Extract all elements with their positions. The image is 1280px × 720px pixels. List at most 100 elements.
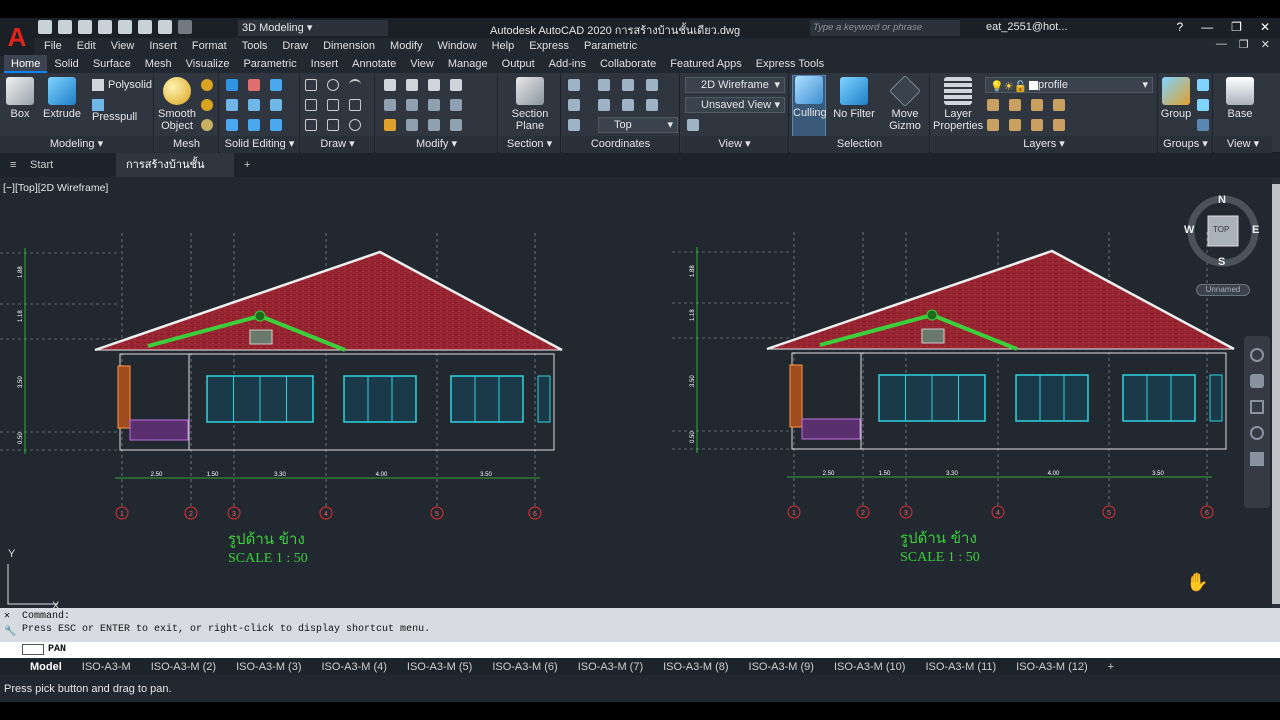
ribbon-tab-annotate[interactable]: Annotate [345, 55, 403, 73]
restore-icon[interactable]: ❐ [1231, 20, 1242, 34]
ribbon-tab-parametric[interactable]: Parametric [236, 55, 303, 73]
new-tab-button[interactable]: + [234, 153, 260, 177]
layer-properties-button[interactable]: Layer Properties [933, 77, 983, 132]
offset-icon[interactable] [428, 119, 440, 131]
offset-edge-icon[interactable] [270, 119, 282, 131]
ucs-face-icon[interactable] [568, 99, 580, 111]
mirror-icon[interactable] [406, 79, 418, 91]
trim-icon[interactable] [450, 79, 462, 91]
menu-modify[interactable]: Modify [390, 38, 422, 54]
layout-tab[interactable]: ISO-A3-M (6) [482, 661, 567, 673]
view-panel-title[interactable]: View ▾ [681, 136, 788, 153]
menu-view[interactable]: View [111, 38, 135, 54]
start-tab[interactable]: Start [20, 153, 116, 177]
extract-edges-icon[interactable] [270, 99, 282, 111]
steering-wheel-icon[interactable] [1250, 348, 1264, 362]
array-icon[interactable] [450, 119, 462, 131]
command-close-icon[interactable]: ✕ [4, 610, 10, 622]
culling-button[interactable]: Culling [792, 75, 827, 137]
ucs-origin-icon[interactable] [622, 79, 634, 91]
scale-icon[interactable] [406, 99, 418, 111]
ucs-y-icon[interactable] [622, 99, 634, 111]
ucs-icon[interactable] [568, 79, 580, 91]
named-view-select[interactable]: Top ▾ [598, 117, 678, 133]
mesh-smooth-less-icon[interactable] [201, 99, 213, 111]
ribbon-tab-featured-apps[interactable]: Featured Apps [663, 55, 749, 73]
layer-select[interactable]: 💡☀🔓 profile ▾ [985, 77, 1153, 93]
fillet-edge-icon[interactable] [226, 119, 238, 131]
layout-tab[interactable]: ISO-A3-M (3) [226, 661, 311, 673]
polysolid-button[interactable]: Polysolid [92, 79, 152, 92]
layer-unlock-icon[interactable] [1053, 119, 1065, 131]
groups-panel-title[interactable]: Groups ▾ [1159, 136, 1212, 153]
saved-view-select[interactable]: Unsaved View ▾ [685, 97, 785, 113]
pan-icon[interactable] [1250, 374, 1264, 388]
group-select-icon[interactable] [1197, 119, 1209, 131]
modeling-panel-title[interactable]: Modeling ▾ [0, 136, 153, 153]
layer-previous-icon[interactable] [1031, 119, 1043, 131]
cube-top-face[interactable]: TOP [1213, 225, 1229, 234]
circle-icon[interactable] [327, 79, 339, 91]
drawing-viewport[interactable]: [−][Top][2D Wireframe] 2.50 1.50 3.30 4.00 3… [0, 178, 1272, 608]
match-layer-icon[interactable] [1009, 119, 1021, 131]
layer-freeze-icon[interactable] [1031, 99, 1043, 111]
ucs-view-icon[interactable] [568, 119, 580, 131]
ribbon-tab-collaborate[interactable]: Collaborate [593, 55, 663, 73]
thicken-icon[interactable] [248, 99, 260, 111]
ribbon-tab-view[interactable]: View [403, 55, 441, 73]
layout-tab[interactable]: ISO-A3-M (8) [653, 661, 738, 673]
ucs-menu[interactable]: Unnamed [1196, 284, 1250, 296]
menu-express[interactable]: Express [529, 38, 569, 54]
hatch-icon[interactable] [349, 99, 361, 111]
new-icon[interactable] [38, 20, 52, 34]
draw-panel-title[interactable]: Draw ▾ [301, 136, 374, 153]
base-view-panel-title[interactable]: View ▾ [1214, 136, 1272, 153]
box-button[interactable]: Box [4, 77, 36, 120]
add-layout-button[interactable]: + [1098, 661, 1124, 673]
make-current-icon[interactable] [987, 119, 999, 131]
plot-icon[interactable] [138, 20, 152, 34]
view-cube[interactable]: N S E W TOP [1184, 194, 1260, 268]
ungroup-icon[interactable] [1197, 79, 1209, 91]
menu-tools[interactable]: Tools [242, 38, 268, 54]
spline-icon[interactable] [327, 99, 339, 111]
arc-icon[interactable] [349, 79, 361, 91]
layout-tab[interactable]: ISO-A3-M (4) [312, 661, 397, 673]
layout-tab[interactable]: ISO-A3-M (2) [141, 661, 226, 673]
explode-icon[interactable] [406, 119, 418, 131]
presspull-button[interactable]: Presspull [92, 99, 153, 123]
open-icon[interactable] [58, 20, 72, 34]
layout-tab[interactable]: Model [20, 661, 72, 673]
menu-format[interactable]: Format [192, 38, 227, 54]
ribbon-tab-surface[interactable]: Surface [86, 55, 138, 73]
menu-insert[interactable]: Insert [149, 38, 177, 54]
command-customize-icon[interactable]: 🔧 [4, 626, 16, 638]
intersect-icon[interactable] [270, 79, 282, 91]
cube-north[interactable]: N [1218, 194, 1226, 206]
cube-west[interactable]: W [1184, 224, 1194, 236]
layout-tab[interactable]: ISO-A3-M (5) [397, 661, 482, 673]
move-gizmo-button[interactable]: Move Gizmo [884, 75, 926, 132]
smooth-object-button[interactable]: Smooth Object [157, 77, 197, 132]
redo-icon[interactable] [178, 20, 192, 34]
doc-close-icon[interactable]: ✕ [1261, 38, 1270, 51]
fillet-icon[interactable] [450, 99, 462, 111]
help-icon[interactable]: ? [1176, 20, 1183, 34]
zoom-icon[interactable] [1250, 400, 1264, 414]
ribbon-tab-mesh[interactable]: Mesh [138, 55, 179, 73]
cube-east[interactable]: E [1252, 224, 1259, 236]
chamfer-edge-icon[interactable] [248, 119, 260, 131]
move-icon[interactable] [428, 79, 440, 91]
ribbon-tab-visualize[interactable]: Visualize [179, 55, 237, 73]
ribbon-tab-output[interactable]: Output [495, 55, 542, 73]
rectangle-icon[interactable] [327, 119, 339, 131]
menu-dimension[interactable]: Dimension [323, 38, 375, 54]
layout-tab[interactable]: ISO-A3-M (9) [739, 661, 824, 673]
ucs-3point-icon[interactable] [646, 79, 658, 91]
solid-editing-panel-title[interactable]: Solid Editing ▾ [220, 136, 299, 153]
base-button[interactable]: Base [1220, 77, 1260, 120]
menu-help[interactable]: Help [492, 38, 515, 54]
section-panel-title[interactable]: Section ▾ [499, 136, 560, 153]
polygon-icon[interactable] [305, 119, 317, 131]
layout-tab[interactable]: ISO-A3-M (7) [568, 661, 653, 673]
